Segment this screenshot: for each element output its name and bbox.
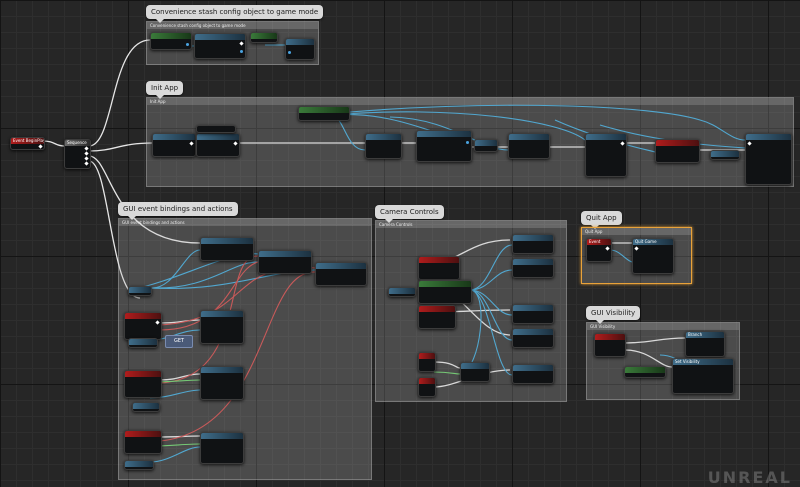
stash-comment-header: Convenience stash config object to game … (147, 22, 318, 29)
sequence-then2-pin[interactable] (84, 156, 89, 161)
gui-bind-node-3[interactable] (315, 262, 367, 286)
init-config-var-node[interactable] (298, 106, 350, 121)
stash-comment-label: Convenience stash config object to game … (151, 8, 319, 16)
gui-comment-bubble[interactable]: GUI event bindings and actions (118, 202, 238, 220)
gui-widget-ref-node-3[interactable] (132, 402, 160, 412)
init-node-2[interactable] (196, 133, 240, 157)
quit-game-exec-pin[interactable] (634, 246, 639, 251)
init-node-3[interactable] (365, 133, 402, 159)
quit-game-title: Quit Game (633, 239, 673, 245)
begin-play-event-node[interactable]: Event BeginPlay (10, 137, 45, 150)
camera-event-node-2[interactable] (418, 305, 456, 329)
stash-get-node[interactable] (150, 32, 192, 50)
quit-event-title: Event (587, 239, 611, 245)
camera-event-node-4[interactable] (418, 377, 436, 397)
set-visibility-title: Set Visibility (673, 359, 733, 365)
vis-comment-bubble[interactable]: GUI Visibility (586, 306, 641, 324)
init-node-6[interactable] (508, 133, 550, 159)
stash-cast-node[interactable] (194, 33, 246, 59)
gui-bind-node-2[interactable] (258, 250, 312, 274)
gui-action-node-1[interactable] (200, 310, 244, 344)
sequence-then0-pin[interactable] (84, 146, 89, 151)
camera-action-node-3[interactable] (512, 304, 554, 324)
init-node-1[interactable] (152, 133, 196, 157)
gui-widget-ref-node[interactable] (128, 286, 152, 296)
vis-get-node[interactable] (624, 366, 666, 378)
camera-action-node-5[interactable] (512, 364, 554, 384)
gui-event-node-1[interactable] (124, 312, 162, 340)
sequence-then3-pin[interactable] (84, 161, 89, 166)
quit-event-node[interactable]: Event (586, 238, 612, 262)
init-node-9[interactable] (710, 150, 740, 160)
quit-comment-header: Quit App (582, 228, 691, 235)
gui-comment-label: GUI event bindings and actions (123, 205, 233, 213)
gui-event-node-3[interactable] (124, 430, 162, 454)
init-node-1-exec-pin[interactable] (189, 141, 194, 146)
init-tooltip-node (196, 125, 236, 133)
camera-get-node[interactable] (418, 280, 472, 304)
gui-bind-node-1[interactable] (200, 237, 254, 261)
gui-action-node-2[interactable] (200, 366, 244, 400)
stash-comment-bubble[interactable]: Convenience stash config object to game … (146, 5, 324, 23)
gui-event-node-2[interactable] (124, 370, 162, 398)
camera-comment-header: Camera Controls (376, 221, 566, 228)
camera-comment-bubble[interactable]: Camera Controls (375, 205, 444, 223)
gui-event-node-1-exec-pin[interactable] (155, 320, 160, 325)
stash-var-node[interactable] (250, 32, 278, 43)
set-visibility-node[interactable]: Set Visibility (672, 358, 734, 394)
init-node-8[interactable] (655, 139, 700, 163)
camera-comment-label: Camera Controls (380, 208, 439, 216)
camera-action-node-1[interactable] (512, 234, 554, 254)
stash-cast-obj-pin[interactable] (240, 50, 243, 53)
get-button[interactable]: GET (165, 335, 193, 348)
quit-event-exec-pin[interactable] (605, 246, 610, 251)
sequence-title: Sequence (65, 140, 90, 146)
camera-event-node-1[interactable] (418, 256, 460, 280)
init-comment-header: Init App (147, 98, 793, 105)
init-comment-label: Init App (151, 84, 179, 92)
stash-get-out-pin[interactable] (186, 43, 189, 46)
init-node-2-exec-pin[interactable] (233, 141, 238, 146)
quit-comment-bubble[interactable]: Quit App (581, 211, 622, 229)
sequence-then1-pin[interactable] (84, 151, 89, 156)
vis-branch-title: Branch (686, 332, 724, 338)
camera-action-node-2[interactable] (512, 258, 554, 278)
camera-event-node-3[interactable] (418, 352, 436, 372)
camera-ref-node[interactable] (388, 287, 416, 297)
stash-set-node[interactable] (285, 38, 315, 60)
vis-comment-header: GUI Visibility (587, 323, 739, 330)
gui-comment-header: GUI event bindings and actions (119, 219, 371, 226)
init-node-4[interactable] (416, 130, 472, 162)
vis-event-node[interactable] (594, 333, 626, 357)
unreal-watermark: UNREAL (707, 468, 792, 487)
stash-cast-exec-pin[interactable] (239, 41, 244, 46)
init-node-7[interactable] (585, 133, 627, 177)
init-node-4-out-pin[interactable] (466, 141, 469, 144)
begin-play-exec-pin[interactable] (38, 144, 43, 149)
stash-set-in-pin[interactable] (288, 51, 291, 54)
init-node-10-exec-pin[interactable] (747, 141, 752, 146)
init-comment-bubble[interactable]: Init App (146, 81, 184, 99)
gui-widget-ref-node-4[interactable] (124, 460, 154, 470)
quit-comment-label: Quit App (586, 214, 617, 222)
init-node-10[interactable] (745, 133, 792, 185)
init-node-7-exec-pin[interactable] (620, 141, 625, 146)
camera-action-node-0[interactable] (460, 362, 490, 382)
quit-game-node[interactable]: Quit Game (632, 238, 674, 274)
gui-widget-ref-node-2[interactable] (128, 338, 158, 348)
vis-branch-node[interactable]: Branch (685, 331, 725, 357)
vis-comment-label: GUI Visibility (591, 309, 636, 317)
camera-action-node-4[interactable] (512, 328, 554, 348)
gui-action-node-3[interactable] (200, 432, 244, 464)
init-node-5[interactable] (474, 139, 498, 152)
begin-play-title: Event BeginPlay (11, 138, 44, 144)
sequence-node[interactable]: Sequence (64, 139, 91, 169)
